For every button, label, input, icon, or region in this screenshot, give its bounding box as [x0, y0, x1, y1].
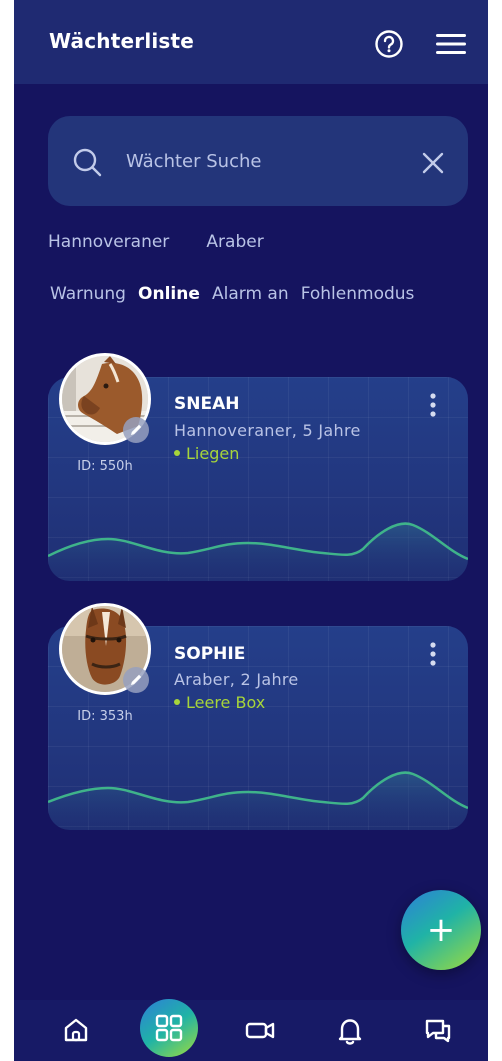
page-title: Wächterliste [49, 29, 195, 53]
more-options-icon[interactable] [426, 392, 440, 420]
horse-status-label: Liegen [186, 444, 240, 463]
bell-icon[interactable] [330, 1010, 370, 1050]
filter-fohlenmodus[interactable]: Fohlenmodus [301, 284, 415, 304]
horse-name: SNEAH [174, 394, 240, 414]
add-horse-button[interactable]: + [401, 890, 481, 970]
video-camera-icon[interactable] [240, 1010, 280, 1050]
search-input[interactable] [126, 148, 406, 174]
close-icon[interactable] [422, 152, 444, 174]
app-header: Wächterliste [14, 0, 488, 84]
filter-warnung[interactable]: Warnung [50, 284, 126, 304]
app-screen: Wächterliste Wächter Suche Hannoveraner … [14, 0, 488, 1061]
activity-wave-chart [48, 771, 468, 830]
horse-name: SOPHIE [174, 644, 246, 664]
breed-filter-row: Hannoveraner Araber [48, 232, 296, 252]
dashboard-grid-icon[interactable] [140, 999, 198, 1057]
status-dot-icon [174, 449, 180, 456]
horse-status-label: Leere Box [186, 693, 266, 712]
search-bar [48, 116, 468, 206]
horse-id: ID: 353h [77, 709, 133, 724]
hamburger-menu-icon[interactable] [436, 33, 466, 55]
edit-photo-button[interactable] [123, 667, 149, 693]
filter-breed-araber[interactable]: Araber [206, 232, 263, 252]
activity-wave-chart [48, 522, 468, 581]
horse-breed-age: Hannoveraner, 5 Jahre [174, 421, 361, 440]
plus-icon: + [426, 910, 456, 950]
horse-breed-age: Araber, 2 Jahre [174, 670, 299, 689]
horse-avatar[interactable] [59, 353, 151, 445]
edit-photo-button[interactable] [123, 417, 149, 443]
chat-icon[interactable] [418, 1010, 458, 1050]
bottom-navigation [14, 999, 488, 1061]
more-options-icon[interactable] [426, 641, 440, 669]
horse-status: Leere Box [174, 693, 265, 712]
filter-alarm-an[interactable]: Alarm an [212, 284, 289, 304]
filter-online[interactable]: Online [138, 284, 200, 304]
status-dot-icon [174, 698, 180, 705]
help-circle-icon[interactable] [374, 29, 404, 59]
horse-id: ID: 550h [77, 459, 133, 474]
horse-status: Liegen [174, 444, 239, 463]
horse-avatar[interactable] [59, 603, 151, 695]
home-icon[interactable] [56, 1010, 96, 1050]
search-icon[interactable] [72, 147, 102, 177]
filter-breed-hannoveraner[interactable]: Hannoveraner [48, 232, 169, 252]
status-filter-row: Warnung Online Alarm an Fohlenmodus [50, 284, 421, 304]
